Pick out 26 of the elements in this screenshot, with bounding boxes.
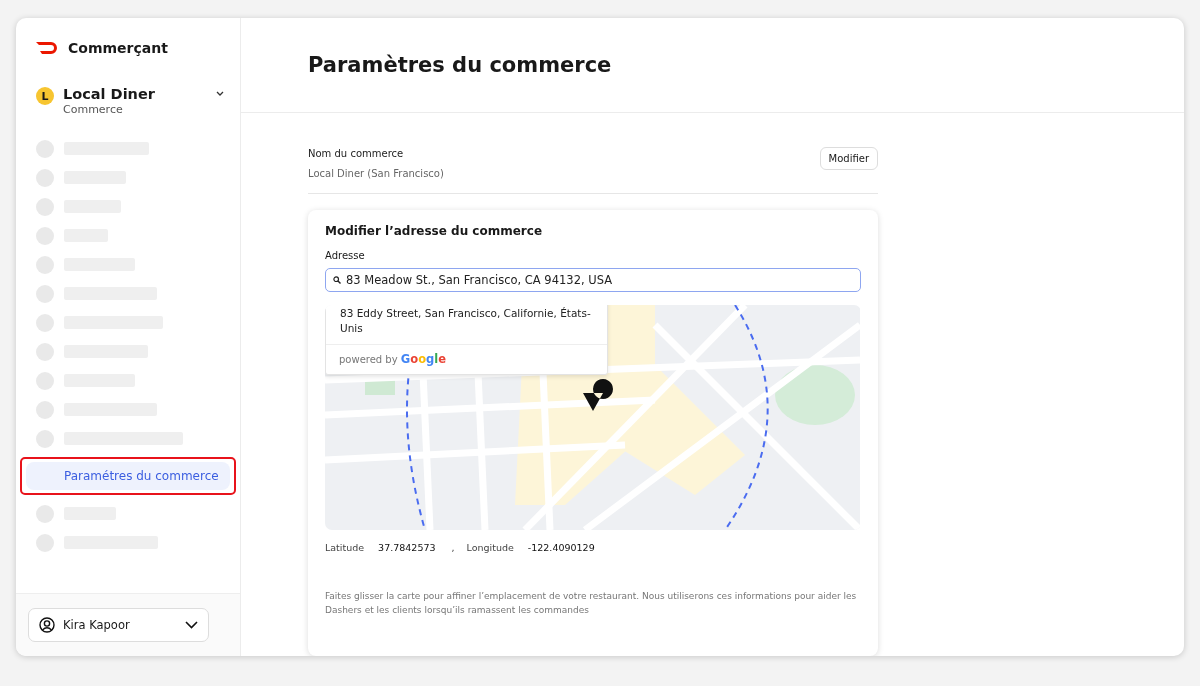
suggestion-item[interactable]: 83 Eddy Street, San Francisco, Californie, États-Unis — [326, 305, 607, 345]
chevron-down-icon — [185, 621, 198, 629]
edit-button[interactable]: Modifier — [819, 147, 878, 170]
chevron-down-icon[interactable] — [216, 91, 224, 96]
store-avatar: L — [36, 87, 54, 105]
latitude-value: 37.7842573 — [378, 542, 436, 553]
card-title: Modifier l’adresse du commerce — [325, 224, 544, 238]
user-menu[interactable]: Kira Kapoor — [28, 608, 209, 642]
store-name[interactable]: Local Diner — [63, 86, 155, 102]
longitude-value: -122.4090129 — [527, 542, 595, 553]
attribution-text: powered by Google — [338, 351, 448, 368]
address-field[interactable]: 83 Meadow St., San Francisco, CA 94132, USA — [325, 268, 861, 292]
logo-icon — [36, 42, 60, 54]
store-type: Commerce — [63, 103, 124, 116]
field-label: Nom du commerce — [308, 148, 405, 159]
longitude-label: Longitude — [466, 542, 514, 553]
user-icon — [39, 617, 55, 633]
latitude-label: Latitude — [325, 542, 365, 553]
search-icon — [333, 276, 341, 284]
hint-text: Faites glisser la carte pour affiner l’emplacement de votre restaurant. Nous utiliserons ces informations pour aider les Dashers et les clients lorsqu’ils ramassent les commandes — [325, 590, 858, 617]
brand-name: Commerçant — [68, 40, 168, 56]
separator-text: , — [451, 542, 455, 553]
store-name-value: Local Diner (San Francisco) — [308, 168, 444, 179]
field-label: Adresse — [325, 250, 366, 261]
sidebar-item[interactable]: Paramétres du commerce — [26, 462, 230, 490]
page-title: Paramètres du commerce — [308, 53, 612, 77]
